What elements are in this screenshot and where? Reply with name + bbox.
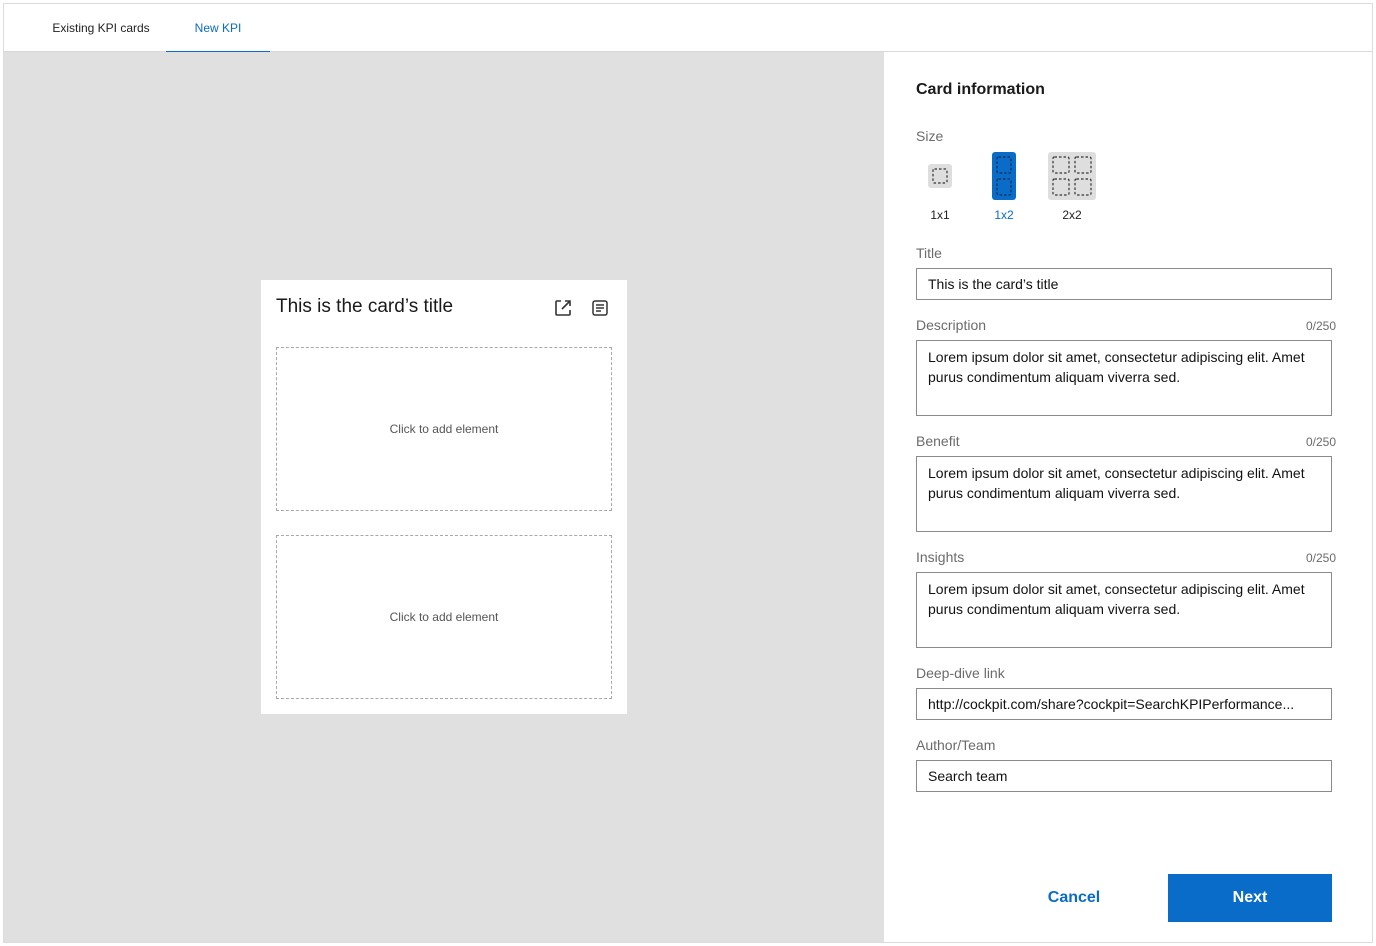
app-window: Existing KPI cards New KPI card This is … <box>3 3 1373 943</box>
size-option-1x2[interactable]: 1x2 <box>992 152 1016 222</box>
add-element-label: Click to add element <box>389 422 499 436</box>
title-input[interactable] <box>916 268 1332 300</box>
insights-label: Insights <box>916 549 965 565</box>
author-team-input[interactable] <box>916 760 1332 792</box>
panel-title: Card information <box>916 81 1045 98</box>
benefit-label: Benefit <box>916 433 960 449</box>
size-label: Size <box>916 128 944 144</box>
tab-bar: Existing KPI cards New KPI card <box>4 4 1372 83</box>
size-option-label: 1x2 <box>994 208 1014 222</box>
deep-dive-link-label: Deep-dive link <box>916 665 1005 681</box>
benefit-textarea[interactable]: Lorem ipsum dolor sit amet, consectetur … <box>916 456 1332 532</box>
kpi-card-preview: This is the card’s title Click to add el… <box>261 280 627 714</box>
add-element-slot[interactable]: Click to add element <box>276 535 612 699</box>
description-textarea[interactable]: Lorem ipsum dolor sit amet, consectetur … <box>916 340 1332 416</box>
size-option-2x2[interactable]: 2x2 <box>1048 152 1096 222</box>
description-label: Description <box>916 317 987 333</box>
notes-icon[interactable] <box>589 297 611 319</box>
benefit-counter: 0/250 <box>1305 435 1336 449</box>
insights-textarea[interactable]: Lorem ipsum dolor sit amet, consectetur … <box>916 572 1332 648</box>
add-element-slot[interactable]: Click to add element <box>276 347 612 511</box>
preview-canvas: This is the card’s title Click to add el… <box>4 52 884 942</box>
insights-counter: 0/250 <box>1305 551 1336 565</box>
cancel-button[interactable]: Cancel <box>1014 874 1134 922</box>
size-1x1-icon <box>928 164 952 188</box>
size-1x2-icon <box>992 152 1016 200</box>
card-information-panel: Card information Size 1x1 1x2 2x2 Title … <box>884 52 1372 942</box>
deep-dive-link-input[interactable] <box>916 688 1332 720</box>
author-team-label: Author/Team <box>916 737 996 753</box>
size-option-label: 1x1 <box>930 208 950 222</box>
tab-existing-kpi-cards[interactable]: Existing KPI cards <box>36 4 166 52</box>
title-label: Title <box>916 245 942 261</box>
next-button[interactable]: Next <box>1168 874 1332 922</box>
card-title: This is the card’s title <box>276 296 454 317</box>
tab-new-kpi-card[interactable]: New KPI card <box>166 4 270 83</box>
add-element-label: Click to add element <box>389 610 499 624</box>
size-option-label: 2x2 <box>1062 208 1082 222</box>
description-counter: 0/250 <box>1305 319 1336 333</box>
open-in-new-icon[interactable] <box>552 297 574 319</box>
size-option-1x1[interactable]: 1x1 <box>928 152 952 222</box>
size-2x2-icon <box>1048 152 1096 200</box>
